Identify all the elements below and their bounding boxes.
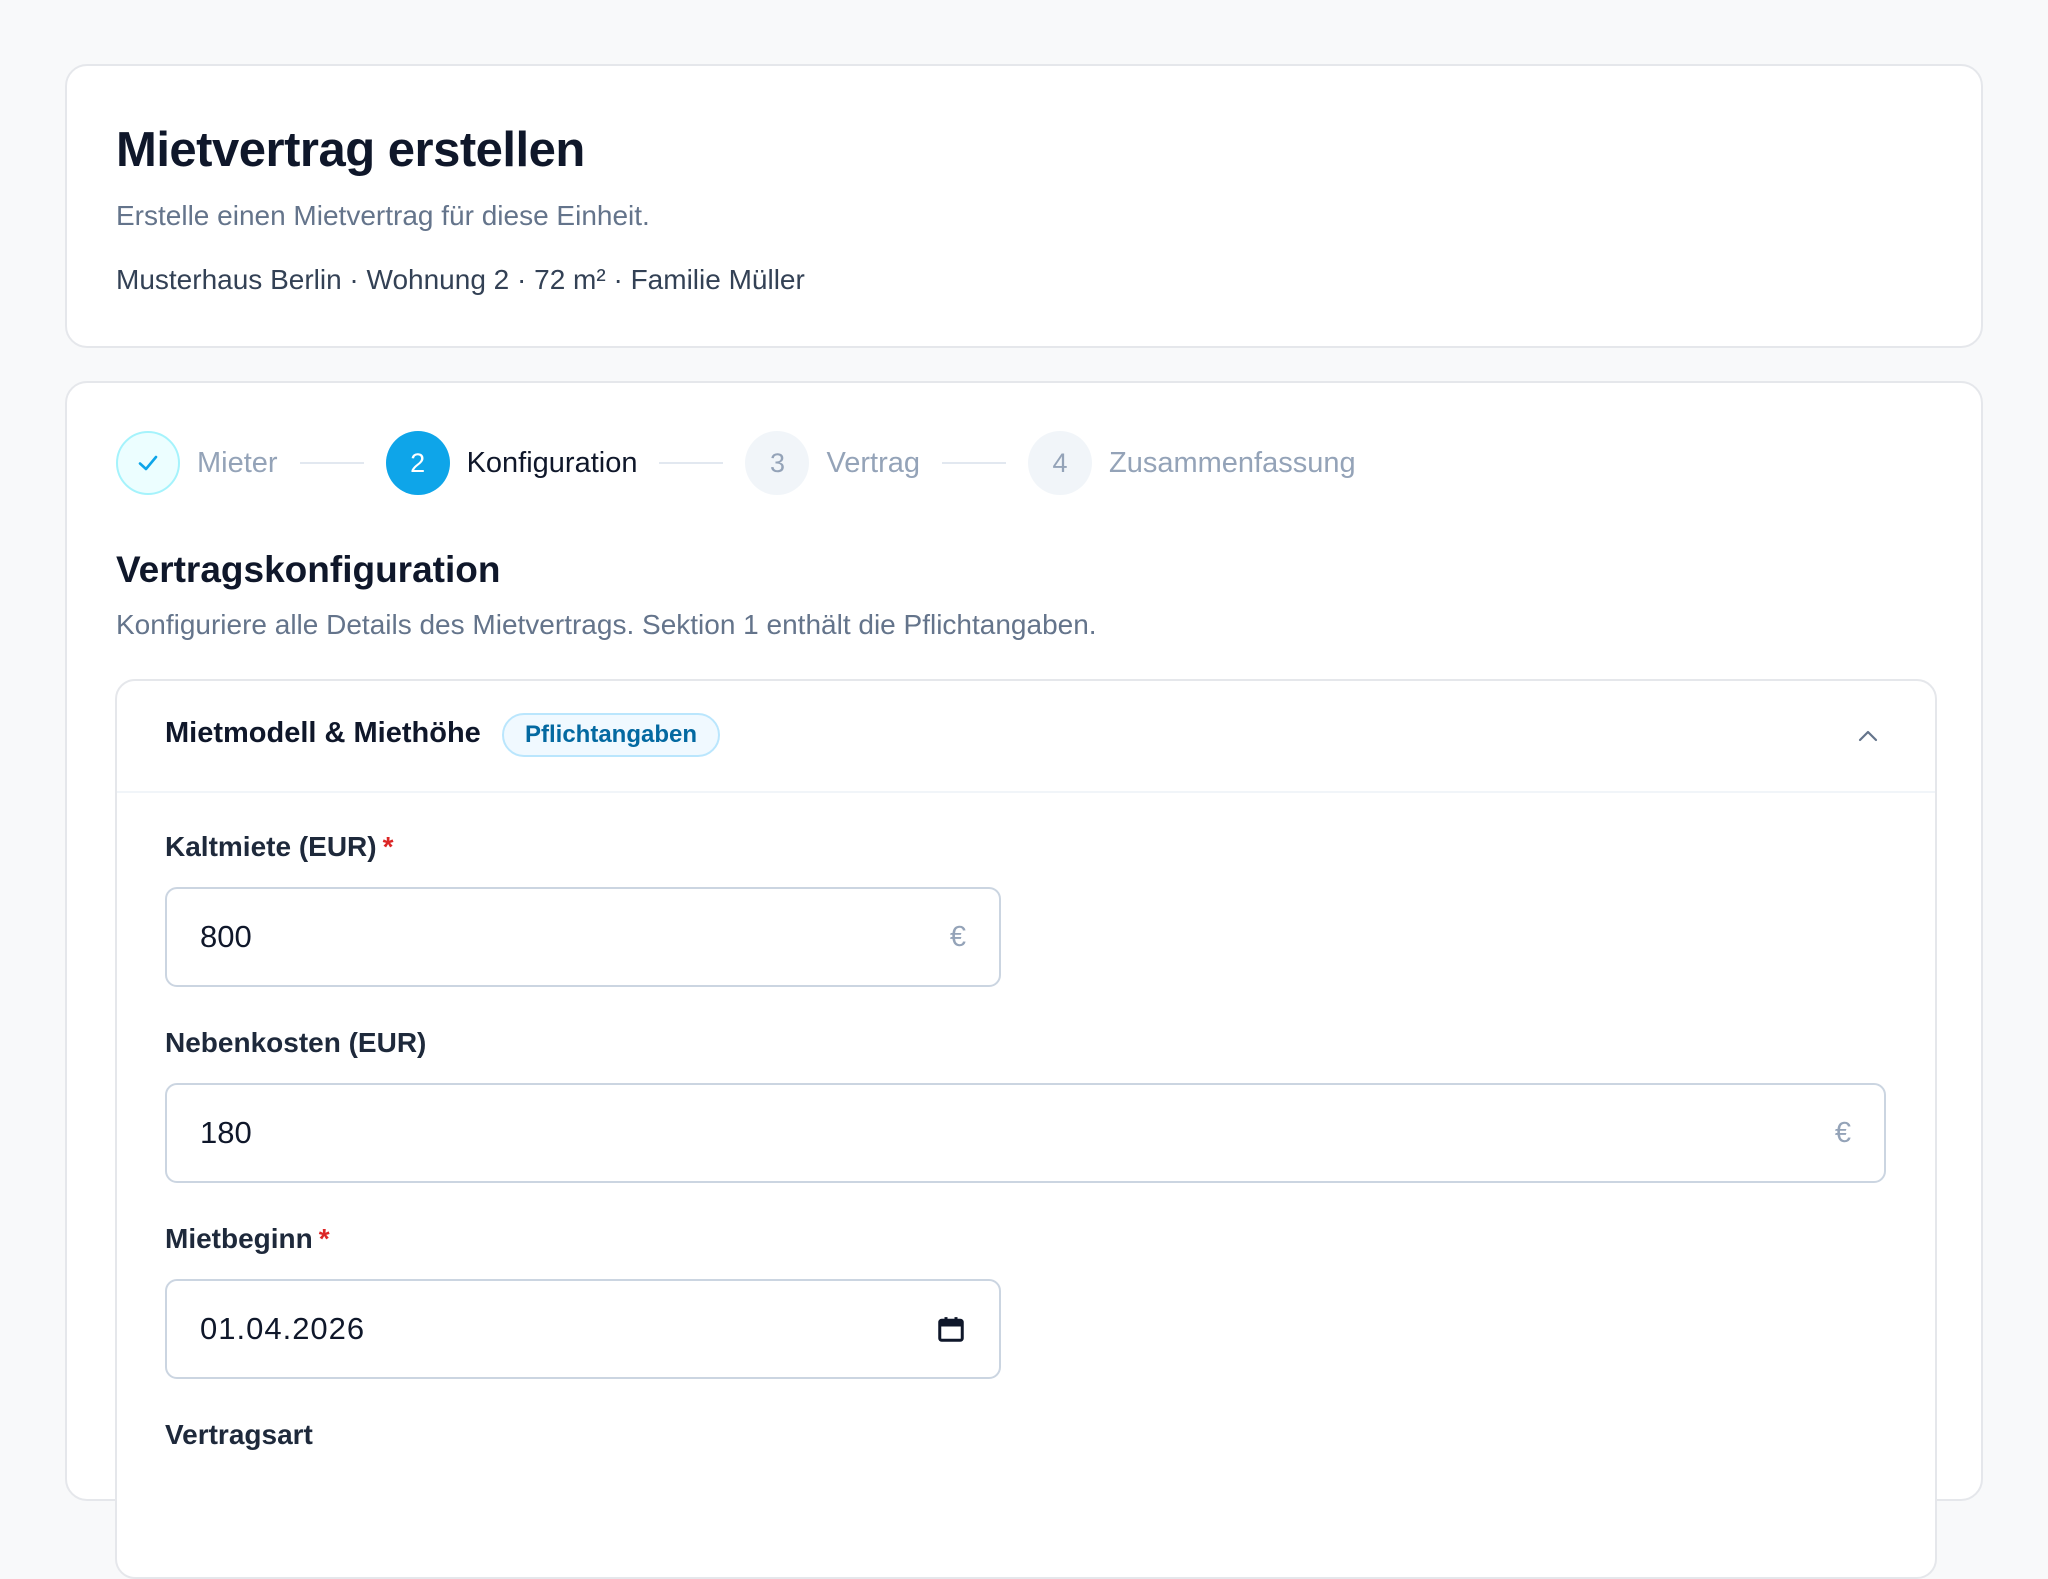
step-label: Mieter <box>197 446 278 479</box>
kaltmiete-label: Kaltmiete (EUR) * <box>165 831 394 863</box>
required-asterisk: * <box>318 1223 330 1254</box>
header-card: Mietvertrag erstellen Erstelle einen Mie… <box>65 64 1983 348</box>
step-connector <box>659 462 724 464</box>
step-done-circle <box>116 431 180 495</box>
kaltmiete-label-text: Kaltmiete (EUR) <box>165 831 377 862</box>
mietbeginn-value: 01.04.2026 <box>200 1311 366 1346</box>
step-label: Konfiguration <box>466 446 638 479</box>
kaltmiete-value: 800 <box>200 919 252 954</box>
required-badge: Pflichtangaben <box>502 713 721 757</box>
euro-suffix: € <box>949 920 966 953</box>
page-title: Mietvertrag erstellen <box>116 123 585 177</box>
section-description: Konfiguriere alle Details des Mietvertra… <box>116 609 1097 640</box>
accordion-title: Mietmodell & Miethöhe <box>165 717 481 749</box>
step-connector <box>941 462 1006 464</box>
wizard-card: Mieter 2 Konfiguration 3 Vertrag 4 Zusam… <box>65 381 1983 1579</box>
page-subtitle: Erstelle einen Mietvertrag für diese Ein… <box>116 200 650 231</box>
mietbeginn-label: Mietbeginn * <box>165 1223 330 1255</box>
step-konfiguration[interactable]: 2 Konfiguration <box>385 431 638 495</box>
accordion-header[interactable]: Mietmodell & Miethöhe Pflichtangaben <box>117 681 1935 793</box>
stepper: Mieter 2 Konfiguration 3 Vertrag 4 Zusam… <box>116 431 1356 495</box>
mietbeginn-date-input[interactable]: 01.04.2026 <box>165 1279 1001 1379</box>
step-number: 3 <box>745 431 810 495</box>
section-title: Vertragskonfiguration <box>116 549 501 590</box>
kaltmiete-input[interactable]: 800 € <box>165 887 1001 987</box>
step-label: Vertrag <box>826 446 920 479</box>
nebenkosten-value: 180 <box>200 1115 252 1150</box>
nebenkosten-input[interactable]: 180 € <box>165 1083 1886 1183</box>
property-context: Musterhaus Berlin · Wohnung 2 · 72 m² · … <box>116 264 805 295</box>
step-label: Zusammenfassung <box>1108 446 1356 479</box>
check-icon <box>138 455 158 471</box>
nebenkosten-label: Nebenkosten (EUR) <box>165 1027 427 1058</box>
step-mieter[interactable]: Mieter <box>116 431 278 495</box>
euro-suffix: € <box>1834 1116 1851 1149</box>
accordion-mietmodell: Mietmodell & Miethöhe Pflichtangaben Kal… <box>115 679 1937 1579</box>
step-zusammenfassung[interactable]: 4 Zusammenfassung <box>1027 431 1356 495</box>
chevron-up-icon[interactable] <box>1857 725 1879 747</box>
step-number: 2 <box>385 431 450 495</box>
step-vertrag[interactable]: 3 Vertrag <box>745 431 920 495</box>
required-asterisk: * <box>382 831 394 862</box>
mietbeginn-label-text: Mietbeginn <box>165 1223 313 1254</box>
vertragsart-label: Vertragsart <box>165 1419 313 1450</box>
calendar-icon[interactable] <box>936 1314 966 1344</box>
step-connector <box>299 462 364 464</box>
step-number: 4 <box>1027 431 1092 495</box>
